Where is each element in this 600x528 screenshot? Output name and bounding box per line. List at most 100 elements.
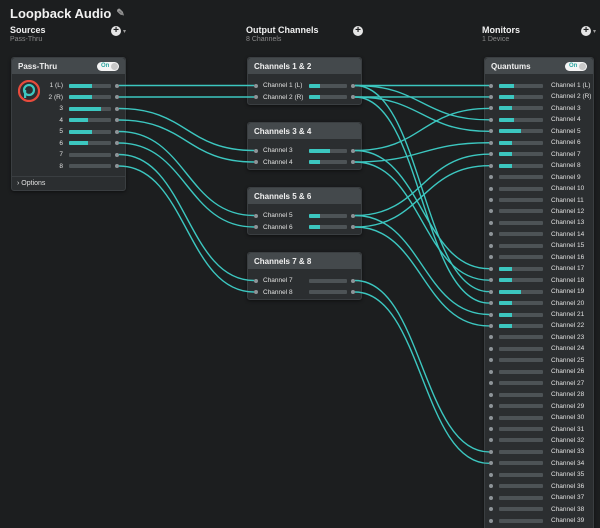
monitor-input-port[interactable] (489, 266, 493, 271)
route-wire[interactable] (118, 130, 255, 217)
source-output-port[interactable] (115, 83, 119, 88)
monitor-input-port[interactable] (489, 243, 493, 248)
source-panel-name: Pass-Thru (18, 61, 58, 71)
route-wire[interactable] (118, 142, 255, 228)
monitor-input-port[interactable] (489, 346, 493, 351)
output-input-port[interactable] (254, 213, 258, 218)
add-monitor-button[interactable]: + (581, 26, 591, 36)
output-input-port[interactable] (254, 95, 258, 99)
monitor-channel-meter (499, 404, 543, 409)
monitor-input-port[interactable] (489, 495, 493, 500)
monitor-input-port[interactable] (489, 369, 493, 374)
output-output-port[interactable] (351, 160, 355, 164)
route-wire[interactable] (354, 96, 490, 304)
monitor-input-port[interactable] (489, 427, 493, 431)
source-output-port[interactable] (115, 164, 119, 168)
monitor-channel-label-text: Channel 16 (551, 253, 585, 261)
route-wire[interactable] (354, 291, 490, 465)
route-wire[interactable] (354, 161, 490, 281)
monitor-channel-label-text: Channel 25 (551, 356, 585, 364)
monitor-input-port[interactable] (489, 312, 493, 317)
add-output-button[interactable]: + (353, 26, 363, 36)
source-output-port[interactable] (115, 152, 119, 157)
route-wire[interactable] (118, 153, 255, 282)
monitor-input-port[interactable] (489, 415, 493, 420)
output-input-port[interactable] (254, 160, 258, 164)
output-output-port[interactable] (351, 95, 355, 99)
route-wire[interactable] (118, 107, 255, 152)
options-button[interactable]: › Options (17, 180, 45, 187)
monitor-input-port[interactable] (489, 518, 493, 523)
source-output-port[interactable] (115, 141, 119, 145)
output-input-port[interactable] (254, 83, 258, 88)
source-channel-meter (69, 129, 111, 134)
monitor-input-port[interactable] (489, 198, 493, 202)
monitor-input-port[interactable] (489, 83, 493, 88)
add-source-button[interactable]: + (111, 26, 121, 36)
monitor-input-port[interactable] (489, 289, 493, 294)
monitor-input-port[interactable] (489, 392, 493, 397)
monitor-channel-meter (499, 323, 543, 328)
monitor-input-port[interactable] (489, 186, 493, 191)
route-wire[interactable] (354, 84, 490, 121)
source-output-port[interactable] (115, 118, 119, 122)
route-wire[interactable] (354, 164, 490, 228)
route-wire[interactable] (354, 214, 490, 316)
source-channel-meter (69, 95, 111, 99)
monitor-input-port[interactable] (489, 220, 493, 225)
output-panel-name: Channels 3 & 4 (254, 126, 312, 136)
route-wire[interactable] (118, 165, 255, 293)
monitor-input-port[interactable] (489, 163, 493, 168)
monitor-input-port[interactable] (489, 94, 493, 99)
output-output-port[interactable] (351, 225, 355, 229)
options-label: Options (21, 180, 46, 187)
output-input-port[interactable] (254, 225, 258, 229)
route-wire[interactable] (354, 149, 490, 270)
source-channel-label: 3 (59, 104, 63, 114)
route-wire[interactable] (354, 96, 490, 132)
monitor-toggle[interactable]: On (565, 61, 587, 71)
output-output-port[interactable] (351, 83, 355, 88)
output-channel-meter (309, 225, 347, 229)
monitor-channel-label: Channel 6 (551, 138, 581, 148)
monitor-channel-label: Channel 37 (551, 493, 584, 503)
route-wire[interactable] (354, 142, 490, 163)
output-output-port[interactable] (351, 213, 355, 218)
source-output-port[interactable] (115, 106, 119, 111)
source-output-port[interactable] (115, 129, 119, 134)
monitor-channel-label: Channel 24 (551, 344, 584, 354)
monitor-channel-label: Channel 4 (551, 115, 581, 125)
chevron-down-icon[interactable]: ▾ (593, 28, 596, 35)
monitor-input-port[interactable] (489, 117, 493, 122)
monitor-input-port[interactable] (489, 472, 493, 477)
output-output-port[interactable] (351, 148, 355, 153)
output-output-port[interactable] (351, 290, 355, 294)
monitors-title: Monitors (482, 25, 520, 35)
output-input-port[interactable] (254, 148, 258, 153)
output-input-port[interactable] (254, 290, 258, 294)
monitor-input-port[interactable] (489, 449, 493, 454)
route-wire[interactable] (354, 226, 490, 327)
app-title: Loopback Audio ✎ (10, 6, 125, 21)
monitor-input-port[interactable] (489, 323, 493, 328)
monitor-channel-meter (499, 175, 543, 180)
source-toggle[interactable]: On (97, 61, 119, 71)
route-wire[interactable] (354, 153, 490, 217)
monitor-channel-label-text: Channel 19 (551, 288, 585, 296)
route-wire[interactable] (354, 279, 490, 453)
output-channel-label: Channel 8 (263, 287, 293, 297)
output-input-port[interactable] (254, 278, 258, 283)
monitor-channel-meter (499, 163, 543, 168)
source-channel-label-text: 5 (59, 128, 63, 135)
chevron-down-icon[interactable]: ▾ (123, 28, 126, 35)
monitor-channel-meter (499, 415, 543, 420)
monitor-input-port[interactable] (489, 140, 493, 145)
output-output-port[interactable] (351, 278, 355, 283)
route-wire[interactable] (354, 107, 490, 152)
source-output-port[interactable] (115, 95, 119, 99)
monitor-channel-meter (499, 518, 543, 523)
output-panel-name: Channels 1 & 2 (254, 61, 312, 71)
pencil-icon[interactable]: ✎ (116, 8, 124, 19)
route-wire[interactable] (354, 84, 490, 293)
route-wire[interactable] (118, 119, 255, 163)
